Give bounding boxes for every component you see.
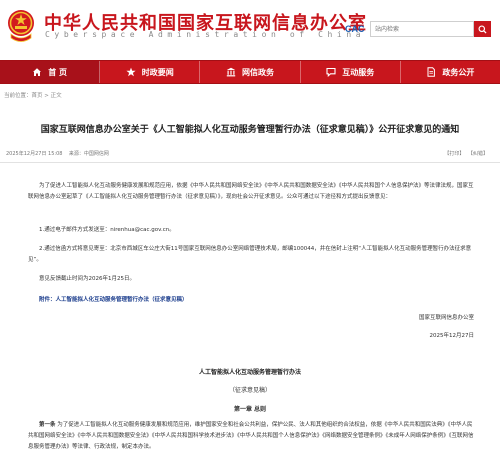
article-meta: 2025年12月27日 15:08 来源：中国网信网 【打印】 【纠错】: [6, 150, 494, 160]
signature-org: 国家互联网信息办公室: [418, 315, 474, 321]
document-subtitle: （征求意见稿）: [228, 387, 271, 394]
main-nav: 首 页 时政要闻 网信政务 互动服务 政务公开: [0, 60, 500, 84]
nav-item-label: 政务公开: [442, 67, 475, 77]
meta-divider: [0, 162, 500, 163]
nav-item-affairs[interactable]: 网信政务: [200, 61, 301, 83]
home-icon: [33, 68, 42, 76]
meta-actions: 【打印】 【纠错】: [442, 150, 488, 157]
document-icon: [427, 67, 436, 77]
attachment-line: 附件：人工智能拟人化互动服务管理暂行办法（征求意见稿）: [28, 295, 474, 306]
attachment-link[interactable]: 人工智能拟人化互动服务管理暂行办法（征求意见稿）: [56, 297, 188, 303]
site-subtitle: Cyberspace Administration of China: [45, 30, 366, 39]
nav-item-label: 网信政务: [242, 67, 274, 77]
paragraph-deadline: 意见反馈截止时间为2026年1月25日。: [39, 276, 135, 282]
meta-date-source: 2025年12月27日 15:08 来源：中国网信网: [6, 150, 109, 157]
site-header: 中华人民共和国国家互联网信息办公室 Cyberspace Administrat…: [0, 0, 500, 60]
article-source: 中国网信网: [83, 151, 109, 157]
search-input[interactable]: [370, 21, 474, 37]
nav-item-disclosure[interactable]: 政务公开: [401, 61, 500, 83]
article-date: 2025年12月27日 15:08: [6, 151, 63, 157]
source-label: 来源：: [68, 151, 84, 157]
nav-item-label: 时政要闻: [141, 67, 174, 77]
nav-item-home[interactable]: 首 页: [0, 61, 101, 83]
nav-item-label: 互动服务: [342, 67, 375, 77]
national-emblem-icon: [8, 10, 34, 42]
nav-item-interaction[interactable]: 互动服务: [301, 61, 401, 83]
paragraph-mail: 2.通过信函方式将意见寄至：北京市西城区车公庄大街11号国家互联网信息办公室网络…: [28, 246, 472, 263]
print-link[interactable]: 【打印】: [444, 151, 464, 157]
breadcrumb: 当前位置：首页 > 正文: [4, 91, 62, 99]
breadcrumb-separator: >: [42, 93, 51, 99]
paragraph-intro: 为了促进人工智能拟人化互动服务健康发展和规范应用，依据《中华人民共和国网络安全法…: [28, 183, 474, 200]
building-icon: [226, 67, 236, 77]
chat-icon: [326, 67, 336, 77]
signature-date: 2025年12月27日: [429, 333, 475, 339]
article-one-label: 第一条: [39, 422, 56, 428]
nav-item-news[interactable]: 时政要闻: [100, 61, 201, 83]
breadcrumb-location-label: 当前位置：: [4, 93, 32, 99]
search-icon: [478, 24, 487, 34]
nav-item-label: 首 页: [48, 67, 67, 77]
chapter-heading: 第一章 总则: [233, 406, 267, 413]
cac-logo-icon: CAC: [345, 24, 365, 34]
breadcrumb-current: 正文: [50, 93, 62, 99]
star-icon: [126, 67, 136, 77]
article-one-text: 为了促进人工智能拟人化互动服务健康发展和规范应用，维护国家安全和社会公共利益，保…: [28, 422, 474, 450]
attachment-label: 附件：: [39, 297, 56, 303]
paragraph-email: 1.通过电子邮件方式发送至：nirenhua@cac.gov.cn。: [39, 227, 175, 233]
article-one: 第一条 为了促进人工智能拟人化互动服务健康发展和规范应用，维护国家安全和社会公共…: [28, 420, 474, 453]
correction-link[interactable]: 【纠错】: [468, 151, 488, 157]
breadcrumb-home-link[interactable]: 首页: [32, 93, 43, 99]
document-title: 人工智能拟人化互动服务管理暂行办法: [198, 369, 301, 376]
search-button[interactable]: [474, 21, 491, 37]
svg-text:CAC: CAC: [345, 24, 365, 34]
article-title: 国家互联网信息办公室关于《人工智能拟人化互动服务管理暂行办法（征求意见稿）》公开…: [40, 125, 460, 135]
